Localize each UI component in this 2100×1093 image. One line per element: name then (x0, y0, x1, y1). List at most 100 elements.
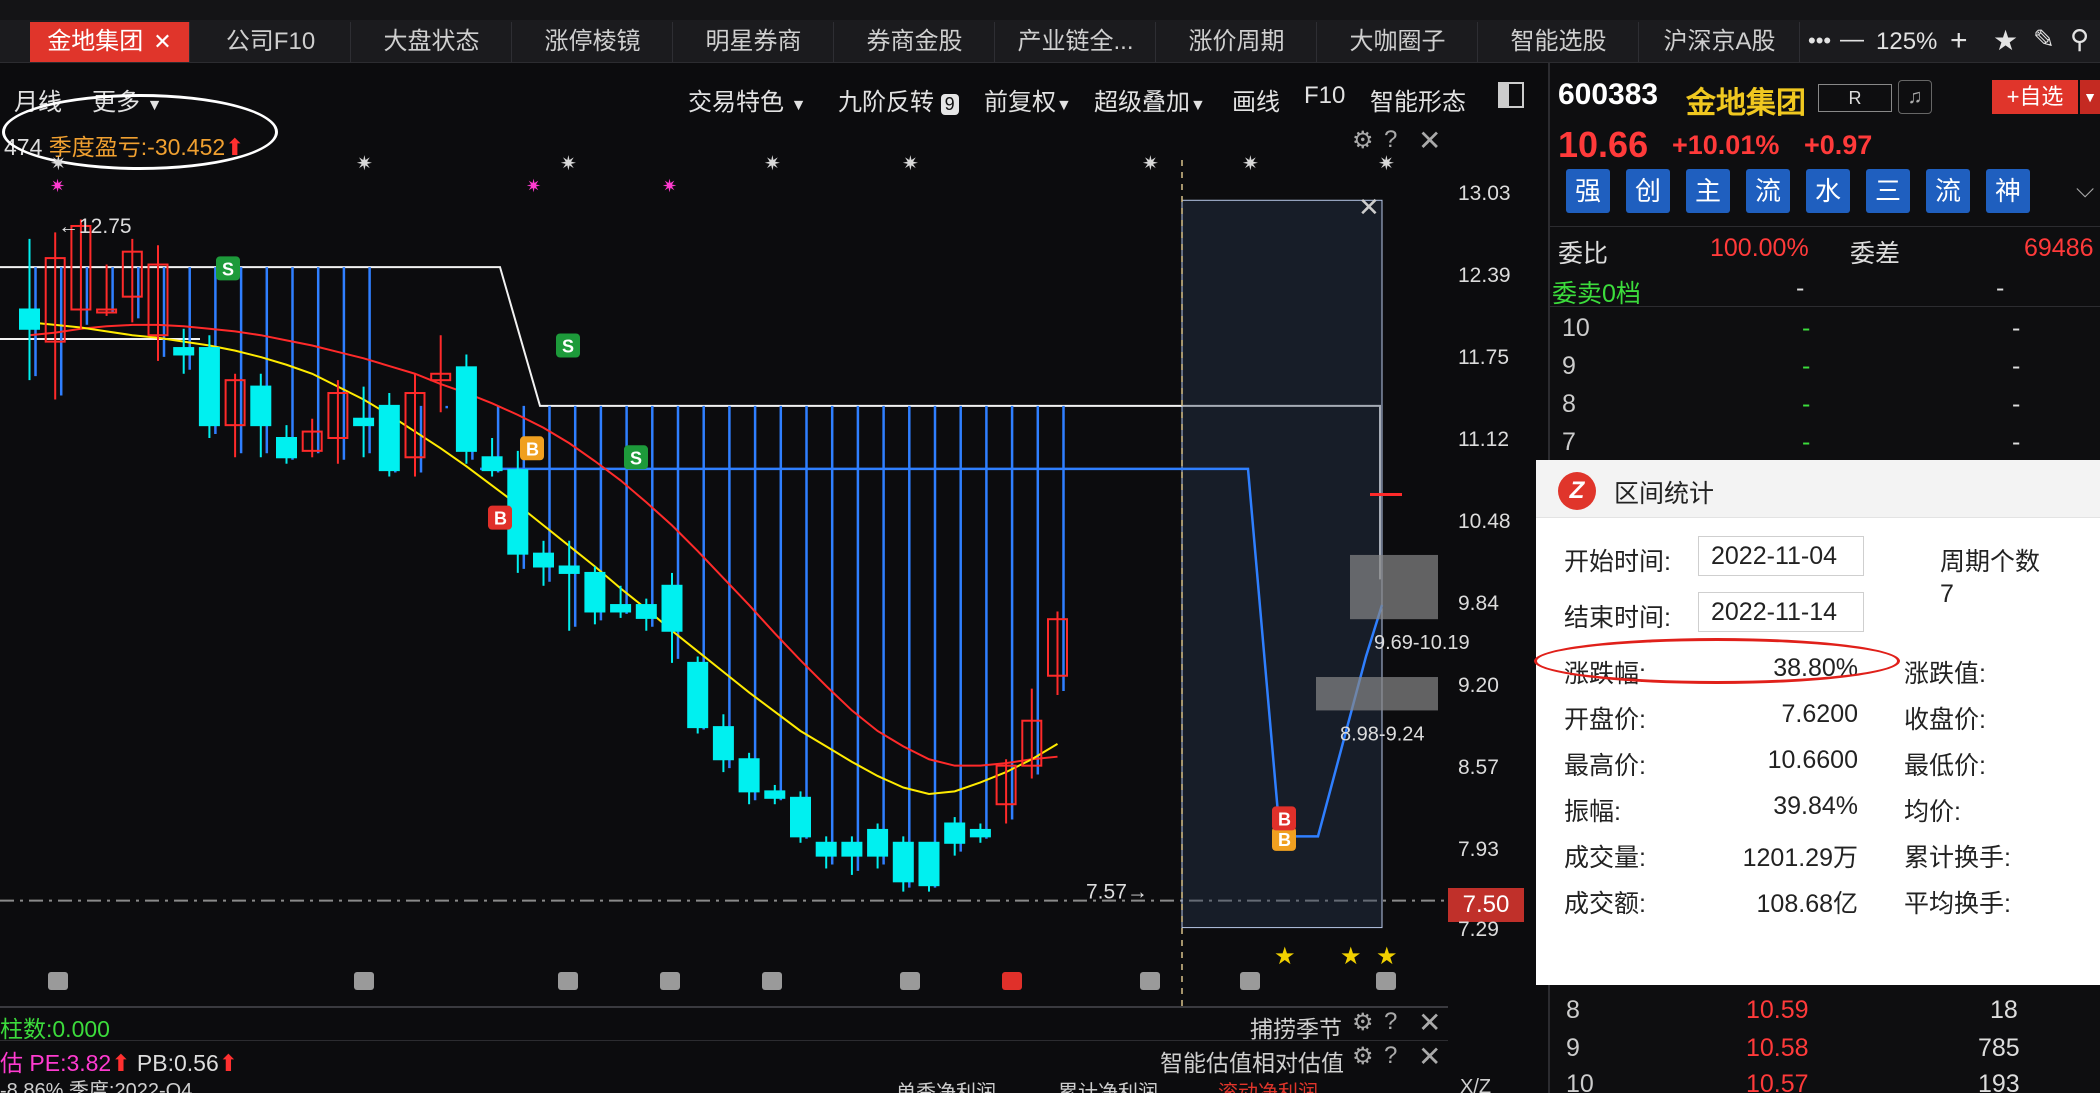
f10-button[interactable]: F10 (1304, 82, 1345, 110)
start-time-label: 开始时间: (1564, 548, 1671, 576)
y-tick: 13.03 (1458, 182, 1511, 205)
candle-body (687, 661, 709, 729)
tab-industry-chain[interactable]: 产业链全... (996, 22, 1156, 62)
star-marker-icon: ✷ (764, 153, 781, 175)
tag-create[interactable]: 创 (1626, 169, 1670, 213)
stat-value: 39.84% (1773, 792, 1858, 820)
candle-body (738, 758, 760, 793)
stat-label: 均价: (1904, 798, 1961, 826)
stock-badge: R (1818, 84, 1892, 112)
minus-icon[interactable]: — (1840, 26, 1864, 54)
chevron-down-icon[interactable]: ⌵ (2076, 176, 2094, 204)
tag-flow-2[interactable]: 流 (1926, 169, 1970, 213)
star-marker-icon: ✷ (1142, 153, 1159, 175)
sell-price: - (1802, 428, 1811, 456)
close-icon[interactable]: ✕ (153, 29, 171, 54)
star-marker-icon: ✷ (50, 176, 65, 196)
tab-a-shares[interactable]: 沪深京A股 (1640, 22, 1800, 62)
candle-body (815, 841, 837, 857)
event-marker-icon (558, 972, 578, 990)
candle-body (918, 841, 940, 887)
tab-stock[interactable]: 金地集团 ✕ (30, 22, 190, 62)
tag-three[interactable]: 三 (1866, 169, 1910, 213)
draw-line-button[interactable]: 画线 (1232, 82, 1280, 117)
candle-body (378, 404, 400, 472)
tag-strong[interactable]: 强 (1566, 169, 1610, 213)
close-icon[interactable]: ✕ (1418, 1040, 1441, 1073)
sell-level: 7 (1562, 428, 1576, 456)
popup-title: 区间统计 (1614, 480, 1715, 508)
tab-company-f10[interactable]: 公司F10 (191, 22, 351, 62)
sell-total-label: 委卖0档 (1552, 280, 1641, 308)
close-icon[interactable]: ✕ (1418, 1006, 1441, 1039)
help-icon[interactable]: ? (1384, 1042, 1397, 1070)
plus-icon[interactable]: + (1950, 24, 1968, 58)
sell-price: - (1802, 314, 1811, 342)
tag-flow[interactable]: 流 (1746, 169, 1790, 213)
annotation-ellipse (1534, 638, 1900, 684)
divider (0, 1006, 1448, 1008)
pin-icon[interactable]: ⚲ (2070, 24, 2089, 55)
tag-main[interactable]: 主 (1686, 169, 1730, 213)
overlay-button[interactable]: 超级叠加▼ (1094, 82, 1206, 117)
tab-smart-screener[interactable]: 智能选股 (1479, 22, 1639, 62)
stock-name: 金地集团 (1686, 87, 1806, 120)
valuation-prefix: 估 (0, 1050, 23, 1076)
y-tick: 11.12 (1458, 428, 1509, 451)
sell-vol: - (2012, 428, 2021, 456)
tag-water[interactable]: 水 (1806, 169, 1850, 213)
y-tick: 9.84 (1458, 592, 1499, 615)
help-icon[interactable]: ? (1384, 1008, 1397, 1036)
xz-label: X/Z (1460, 1076, 1492, 1093)
bell-icon[interactable]: ♫ (1898, 80, 1932, 114)
divider (1550, 306, 2100, 307)
tab-limit-prism[interactable]: 涨停棱镜 (513, 22, 673, 62)
y-tick: 7.93 (1458, 838, 1499, 861)
high-label: ←12.75 (58, 215, 132, 238)
kline-chart[interactable]: ←12.757.57→9.69-10.198.98-9.24SSSBBBB✷ ✷ ✷… (0, 150, 1540, 1010)
edit-icon[interactable]: ✎ (2033, 24, 2055, 55)
trade-features-button[interactable]: 交易特色 ▼ (688, 82, 807, 117)
interval-stats-popup[interactable]: Z 区间统计 开始时间: 2022-11-04 周期个数 7 结束时间: 202… (1536, 460, 2100, 985)
candle-body (173, 347, 195, 356)
range-label: 8.98-9.24 (1340, 723, 1425, 745)
settings-icon[interactable]: ⚙ (1352, 1008, 1374, 1037)
tab-price-cycle[interactable]: 涨价周期 (1157, 22, 1317, 62)
tag-god[interactable]: 神 (1986, 169, 2030, 213)
adjust-button[interactable]: 前复权▼ (984, 82, 1072, 117)
smart-shape-button[interactable]: 智能形态 (1370, 82, 1466, 117)
stat-value: 10.6600 (1767, 746, 1858, 774)
tab-label: 金地集团 (47, 28, 144, 55)
period-count-value: 7 (1940, 580, 1954, 608)
more-icon[interactable]: ••• (1808, 28, 1831, 54)
stat-label: 开盘价: (1564, 706, 1646, 734)
stat-label: 最低价: (1904, 752, 1986, 780)
star-icon[interactable]: ★ (1993, 24, 2018, 57)
stat-label: 平均换手: (1904, 890, 2011, 918)
buy-vol: 193 (1978, 1070, 2020, 1093)
start-time-field[interactable]: 2022-11-04 (1698, 536, 1864, 576)
sell-signal-icon-text: S (630, 448, 642, 468)
range-band (1316, 677, 1438, 711)
stat-label: 成交额: (1564, 890, 1646, 918)
end-time-field[interactable]: 2022-11-14 (1698, 592, 1864, 632)
stat-label: 振幅: (1564, 798, 1621, 826)
tab-market-status[interactable]: 大盘状态 (352, 22, 512, 62)
settings-icon[interactable]: ⚙ (1352, 1042, 1374, 1071)
event-marker-icon (900, 972, 920, 990)
tab-broker-picks[interactable]: 券商金股 (835, 22, 995, 62)
add-favorite-button[interactable]: +自选 (1992, 80, 2078, 114)
event-marker-icon (660, 972, 680, 990)
tab-expert-circle[interactable]: 大咖圈子 (1318, 22, 1478, 62)
gold-star-icon: ★ (1274, 943, 1296, 970)
chevron-down-icon[interactable]: ▼ (2080, 80, 2100, 114)
nine-reverse-button[interactable]: 九阶反转 9 (838, 82, 959, 117)
layout-toggle-icon[interactable] (1498, 82, 1524, 108)
divider (0, 1040, 1448, 1041)
sell-level: 8 (1562, 390, 1576, 418)
divider (1550, 226, 2100, 227)
stat-label: 涨跌值: (1904, 660, 1986, 688)
y-tick: 11.75 (1458, 346, 1509, 369)
star-marker-icon: ✷ (526, 176, 541, 196)
tab-star-brokers[interactable]: 明星券商 (674, 22, 834, 62)
